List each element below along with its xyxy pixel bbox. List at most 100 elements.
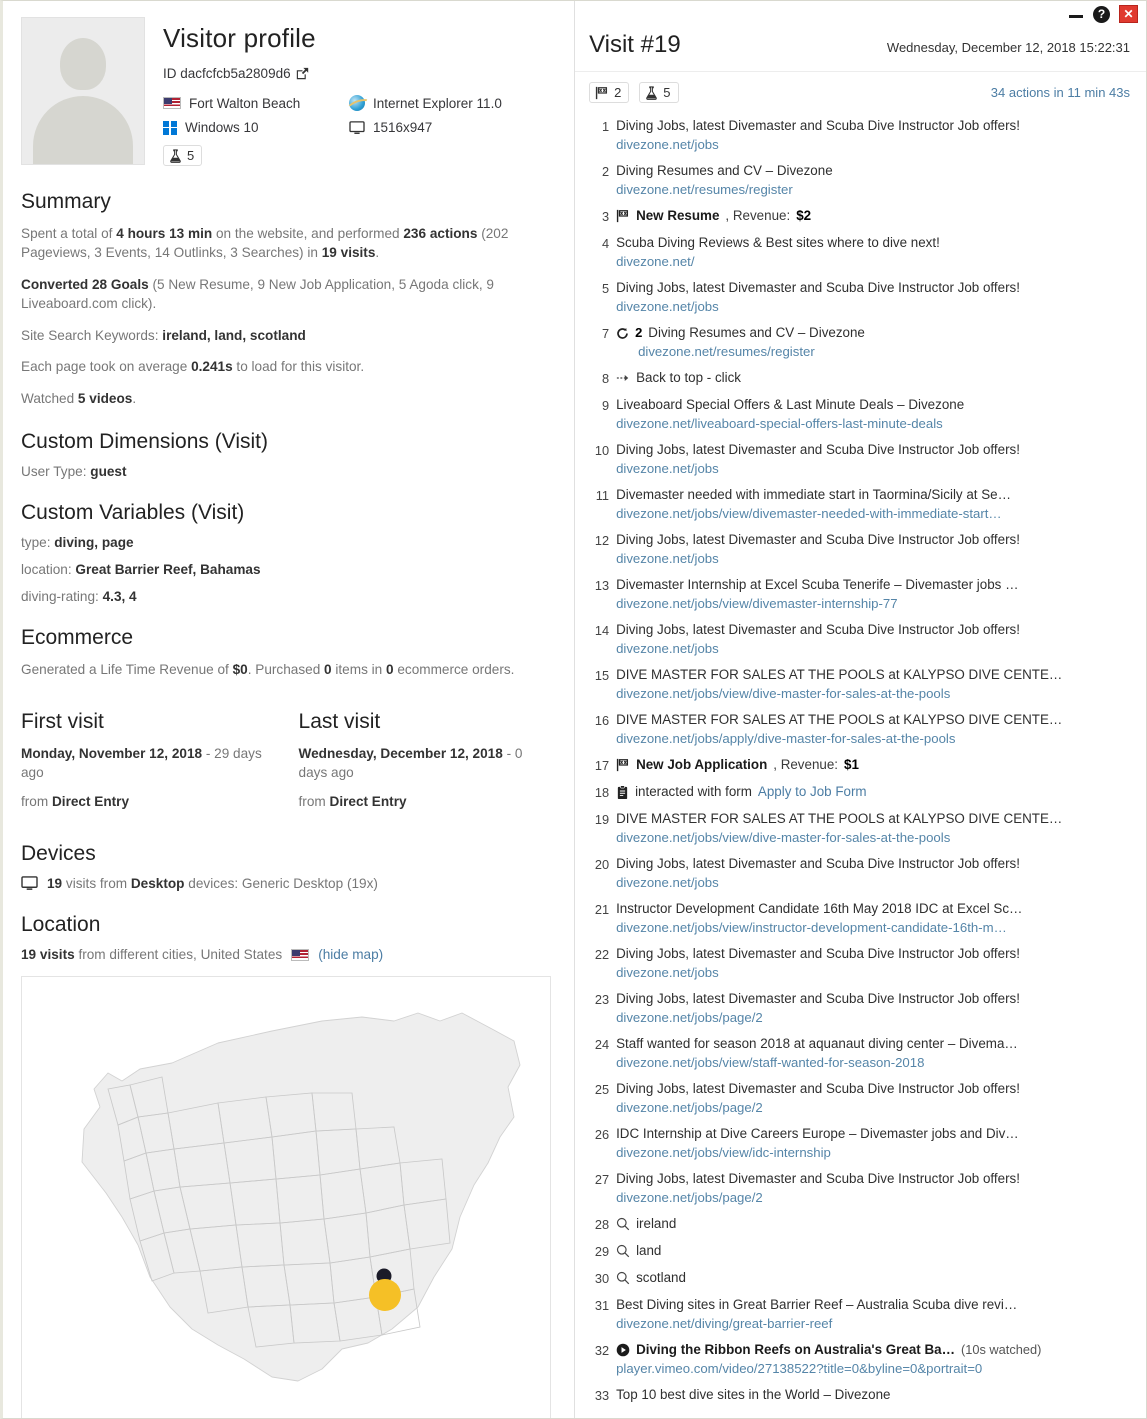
action-title: Best Diving sites in Great Barrier Reef … bbox=[616, 1297, 1018, 1312]
action-url[interactable]: divezone.net/resumes/register bbox=[616, 181, 1134, 199]
avatar-body-shape bbox=[33, 96, 133, 164]
external-link-icon[interactable] bbox=[296, 67, 309, 80]
action-title-row: Diving Jobs, latest Divemaster and Scuba… bbox=[616, 1170, 1134, 1188]
close-button[interactable]: ✕ bbox=[1119, 5, 1138, 23]
action-body: DIVE MASTER FOR SALES AT THE POOLS at KA… bbox=[616, 666, 1134, 703]
action-url[interactable]: divezone.net/jobs/page/2 bbox=[616, 1099, 1134, 1117]
action-row[interactable]: 28 ireland bbox=[589, 1211, 1134, 1238]
action-revenue-value: $2 bbox=[796, 208, 812, 223]
action-url[interactable]: divezone.net/diving/great-barrier-reef bbox=[616, 1315, 1134, 1333]
action-url[interactable]: player.vimeo.com/video/27138522?title=0&… bbox=[616, 1360, 1134, 1378]
action-row[interactable]: 14 Diving Jobs, latest Divemaster and Scu… bbox=[589, 617, 1134, 662]
action-row[interactable]: 32 Diving the Ribbon Reefs on Australia's… bbox=[589, 1337, 1134, 1382]
action-title-row: Diving the Ribbon Reefs on Australia's G… bbox=[616, 1341, 1134, 1359]
action-row[interactable]: 30 scotland bbox=[589, 1265, 1134, 1292]
action-url[interactable]: divezone.net/liveaboard-special-offers-l… bbox=[616, 415, 1134, 433]
action-row[interactable]: 24 Staff wanted for season 2018 at aquana… bbox=[589, 1031, 1134, 1076]
action-body: New Job Application , Revenue: $1 bbox=[616, 756, 1134, 774]
experiment-badge[interactable]: 5 bbox=[163, 145, 203, 166]
action-body: Diving Jobs, latest Divemaster and Scuba… bbox=[616, 531, 1134, 568]
action-url[interactable]: divezone.net/jobs/view/divemaster-intern… bbox=[616, 595, 1134, 613]
action-title-row: Top 10 best dive sites in the World – Di… bbox=[616, 1386, 1134, 1404]
action-url[interactable]: divezone.net/jobs bbox=[616, 640, 1134, 658]
action-row[interactable]: 17 New Job Application , Revenue: $1 bbox=[589, 752, 1134, 779]
hide-map-link[interactable]: (hide map) bbox=[318, 947, 383, 962]
action-body: DIVE MASTER FOR SALES AT THE POOLS at KA… bbox=[616, 711, 1134, 748]
action-row[interactable]: 20 Diving Jobs, latest Divemaster and Scu… bbox=[589, 851, 1134, 896]
summary-l1-end: . bbox=[375, 245, 380, 260]
custom-dimension-key: User Type: bbox=[21, 464, 91, 479]
action-title: Diving Jobs, latest Divemaster and Scuba… bbox=[616, 442, 1020, 457]
action-index: 24 bbox=[594, 1037, 610, 1052]
actions-summary[interactable]: 34 actions in 11 min 43s bbox=[991, 85, 1130, 100]
action-row[interactable]: 15 DIVE MASTER FOR SALES AT THE POOLS at … bbox=[589, 662, 1134, 707]
action-row[interactable]: 22 Diving Jobs, latest Divemaster and Scu… bbox=[589, 941, 1134, 986]
action-row[interactable]: 31 Best Diving sites in Great Barrier Ree… bbox=[589, 1292, 1134, 1337]
action-body: Back to top - click bbox=[616, 369, 1134, 387]
first-visit-from-value: Direct Entry bbox=[51, 793, 130, 809]
action-revenue-label: , Revenue: bbox=[773, 757, 839, 772]
action-row[interactable]: 26 IDC Internship at Dive Careers Europe … bbox=[589, 1121, 1134, 1166]
action-url[interactable]: divezone.net/ bbox=[616, 253, 1134, 271]
action-url[interactable]: divezone.net/jobs/page/2 bbox=[616, 1189, 1134, 1207]
action-row[interactable]: 19 DIVE MASTER FOR SALES AT THE POOLS at … bbox=[589, 806, 1134, 851]
action-url[interactable]: divezone.net/jobs bbox=[616, 874, 1134, 892]
action-row[interactable]: 16 DIVE MASTER FOR SALES AT THE POOLS at … bbox=[589, 707, 1134, 752]
location-text: 19 visits from different cities, United … bbox=[21, 947, 282, 962]
action-revenue-value: $1 bbox=[844, 757, 859, 772]
action-row[interactable]: 29 land bbox=[589, 1238, 1134, 1265]
action-row[interactable]: 7 2 Diving Resumes and CV – Divezone divezo… bbox=[589, 320, 1134, 365]
action-row[interactable]: 23 Diving Jobs, latest Divemaster and Scu… bbox=[589, 986, 1134, 1031]
action-row[interactable]: 4 Scuba Diving Reviews & Best sites where… bbox=[589, 230, 1134, 275]
action-title: Diving Jobs, latest Divemaster and Scuba… bbox=[616, 946, 1020, 961]
last-visit-date-value: Wednesday, December 12, 2018 bbox=[298, 745, 503, 761]
action-row[interactable]: 21 Instructor Development Candidate 16th … bbox=[589, 896, 1134, 941]
minimize-button[interactable] bbox=[1068, 7, 1084, 21]
action-title-row: Diving Jobs, latest Divemaster and Scuba… bbox=[616, 1080, 1134, 1098]
action-url[interactable]: divezone.net/jobs/page/2 bbox=[616, 1009, 1134, 1027]
action-row[interactable]: 11 Divemaster needed with immediate start… bbox=[589, 482, 1134, 527]
action-row[interactable]: 5 Diving Jobs, latest Divemaster and Scub… bbox=[589, 275, 1134, 320]
summary-load-value: 0.241s bbox=[191, 359, 233, 374]
action-row[interactable]: 3 New Resume , Revenue: $2 bbox=[589, 203, 1134, 230]
action-row[interactable]: 12 Diving Jobs, latest Divemaster and Scu… bbox=[589, 527, 1134, 572]
visitor-location-map[interactable] bbox=[21, 976, 551, 1418]
experiment-badge[interactable]: 5 bbox=[639, 82, 679, 103]
action-url[interactable]: divezone.net/jobs/view/instructor-develo… bbox=[616, 919, 1134, 937]
goal-badge[interactable]: 2 bbox=[589, 82, 630, 103]
action-row[interactable]: 13 Divemaster Internship at Excel Scuba T… bbox=[589, 572, 1134, 617]
action-url[interactable]: divezone.net/jobs/view/dive-master-for-s… bbox=[616, 685, 1134, 703]
action-url[interactable]: divezone.net/jobs bbox=[616, 964, 1134, 982]
video-icon bbox=[616, 1343, 630, 1357]
action-title: Diving Jobs, latest Divemaster and Scuba… bbox=[616, 1081, 1020, 1096]
help-icon[interactable]: ? bbox=[1093, 5, 1110, 23]
action-row[interactable]: 9 Liveaboard Special Offers & Last Minute… bbox=[589, 392, 1134, 437]
action-url[interactable]: divezone.net/jobs/view/idc-internship bbox=[616, 1144, 1134, 1162]
action-url[interactable]: divezone.net/resumes/register bbox=[616, 343, 1134, 361]
action-url[interactable]: divezone.net/jobs/view/staff-wanted-for-… bbox=[616, 1054, 1134, 1072]
action-row[interactable]: 8 Back to top - click bbox=[589, 365, 1134, 392]
action-row[interactable]: 33 Top 10 best dive sites in the World – … bbox=[589, 1382, 1134, 1409]
action-row[interactable]: 25 Diving Jobs, latest Divemaster and Scu… bbox=[589, 1076, 1134, 1121]
action-row[interactable]: 10 Diving Jobs, latest Divemaster and Scu… bbox=[589, 437, 1134, 482]
action-url[interactable]: divezone.net/jobs bbox=[616, 460, 1134, 478]
outlink-icon bbox=[616, 372, 630, 384]
action-title-row: DIVE MASTER FOR SALES AT THE POOLS at KA… bbox=[616, 810, 1134, 828]
action-row[interactable]: 18 interacted with form Apply to Job Form bbox=[589, 779, 1134, 806]
action-url[interactable]: divezone.net/jobs bbox=[616, 136, 1134, 154]
action-row[interactable]: 1 Diving Jobs, latest Divemaster and Scub… bbox=[589, 113, 1134, 158]
profile-attributes: Fort Walton Beach Internet Explorer 11.0… bbox=[163, 95, 554, 135]
action-index: 25 bbox=[594, 1082, 610, 1097]
action-url[interactable]: divezone.net/jobs/view/divemaster-needed… bbox=[616, 505, 1134, 523]
action-form-link[interactable]: Apply to Job Form bbox=[758, 783, 867, 801]
action-url[interactable]: divezone.net/jobs/view/dive-master-for-s… bbox=[616, 829, 1134, 847]
action-row[interactable]: 27 Diving Jobs, latest Divemaster and Scu… bbox=[589, 1166, 1134, 1211]
action-title: Diving Jobs, latest Divemaster and Scuba… bbox=[616, 118, 1020, 133]
action-url[interactable]: divezone.net/jobs bbox=[616, 298, 1134, 316]
action-row[interactable]: 2 Diving Resumes and CV – Divezone divezon… bbox=[589, 158, 1134, 203]
action-title: Scuba Diving Reviews & Best sites where … bbox=[616, 235, 940, 250]
action-url[interactable]: divezone.net/jobs/apply/dive-master-for-… bbox=[616, 730, 1134, 748]
action-url[interactable]: divezone.net/jobs bbox=[616, 550, 1134, 568]
custom-variable-key: type: bbox=[21, 535, 55, 550]
action-title-row: Back to top - click bbox=[616, 369, 1134, 387]
